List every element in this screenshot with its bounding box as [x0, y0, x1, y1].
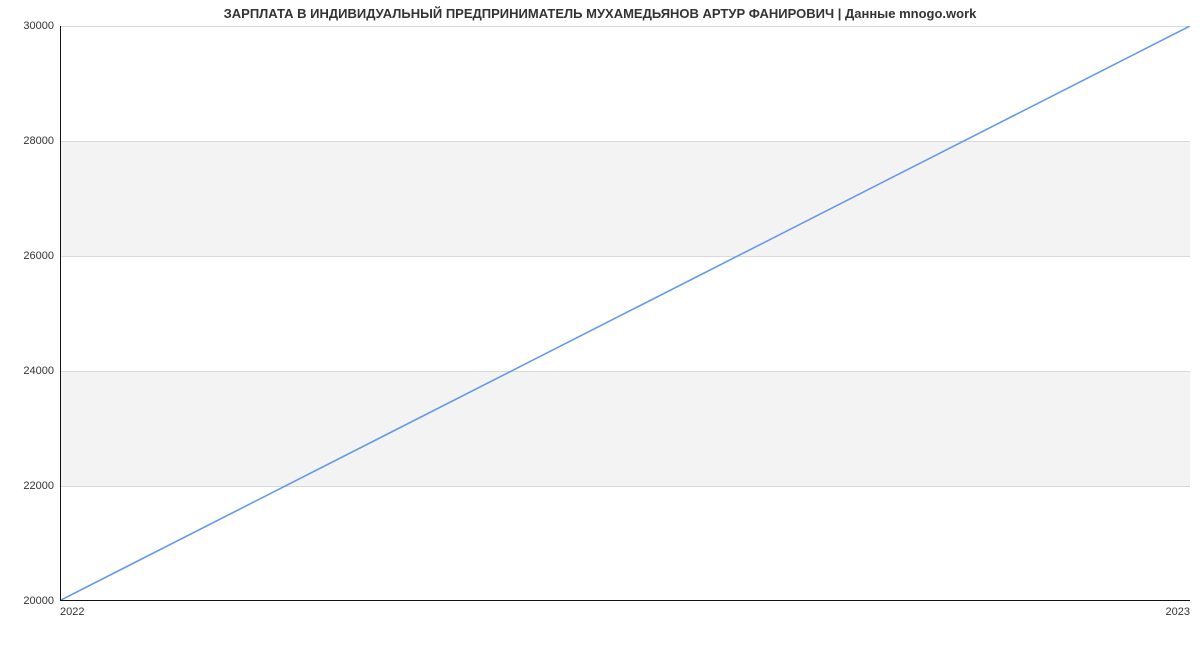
y-tick-label: 28000 [6, 135, 54, 147]
y-tick-label: 26000 [6, 250, 54, 262]
y-tick-label: 20000 [6, 595, 54, 607]
y-tick-label: 22000 [6, 480, 54, 492]
chart-title: ЗАРПЛАТА В ИНДИВИДУАЛЬНЫЙ ПРЕДПРИНИМАТЕЛ… [0, 6, 1200, 21]
x-tick-label: 2023 [1166, 606, 1190, 618]
line-layer [61, 26, 1190, 600]
y-tick-label: 30000 [6, 20, 54, 32]
y-tick-label: 24000 [6, 365, 54, 377]
plot-area [60, 26, 1190, 601]
series-line [61, 26, 1190, 600]
x-tick-label: 2022 [60, 606, 84, 618]
chart-container: ЗАРПЛАТА В ИНДИВИДУАЛЬНЫЙ ПРЕДПРИНИМАТЕЛ… [0, 0, 1200, 650]
